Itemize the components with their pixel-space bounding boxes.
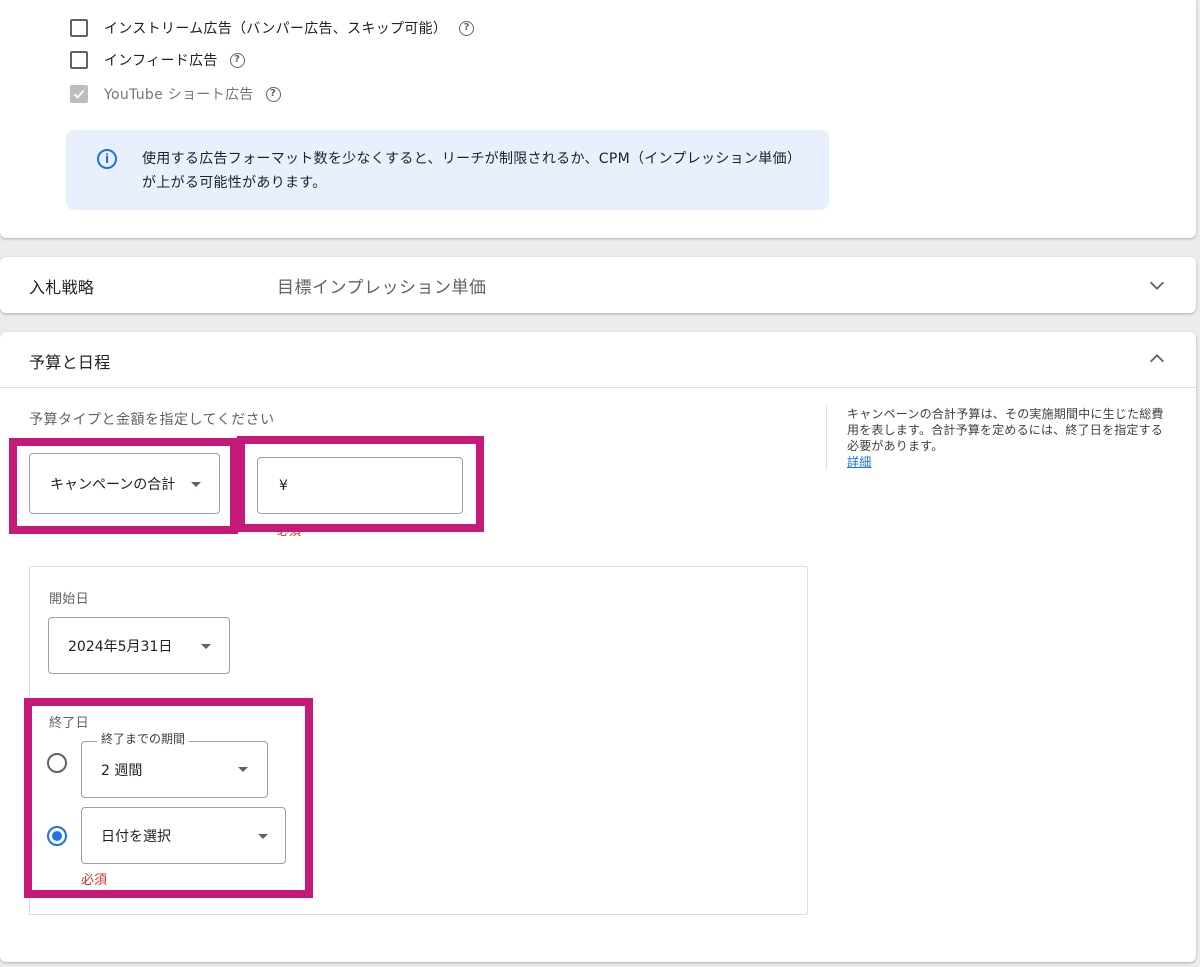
budget-type-value: キャンペーンの合計	[50, 476, 176, 493]
shorts-format-row: YouTube ショート広告 ?	[70, 84, 281, 104]
schedule-box: 開始日 2024年5月31日 終了日 2 週間 終了までの期間 日付を選択 必須	[29, 566, 808, 915]
duration-select[interactable]: 2 週間	[81, 741, 268, 798]
dropdown-arrow-icon	[201, 644, 211, 649]
start-date-value: 2024年5月31日	[68, 638, 173, 655]
dropdown-arrow-icon	[238, 767, 248, 772]
currency-prefix: ¥	[279, 477, 288, 494]
duration-field-label: 終了までの期間	[97, 730, 190, 747]
budget-prompt: 予算タイプと金額を指定してください	[29, 412, 275, 428]
amount-required-error: 必須	[277, 524, 302, 538]
duration-radio[interactable]	[47, 753, 67, 773]
section-divider	[0, 387, 1196, 388]
infeed-checkbox[interactable]	[70, 51, 88, 69]
instream-checkbox[interactable]	[70, 19, 88, 37]
chevron-up-icon[interactable]	[1146, 348, 1168, 370]
shorts-label: YouTube ショート広告	[104, 87, 254, 103]
chevron-down-icon[interactable]	[1146, 274, 1168, 296]
dropdown-arrow-icon	[258, 834, 268, 839]
end-date-value: 日付を選択	[101, 828, 171, 845]
help-icon[interactable]: ?	[229, 52, 245, 68]
budget-title: 予算と日程	[29, 353, 111, 372]
end-date-select[interactable]: 日付を選択	[81, 807, 286, 864]
bidding-summary: 目標インプレッション単価	[277, 278, 487, 298]
infeed-format-row[interactable]: インフィード広告 ?	[70, 50, 245, 70]
help-icon[interactable]: ?	[265, 86, 281, 102]
duration-value: 2 週間	[101, 762, 143, 779]
learn-more-link[interactable]: 詳細	[847, 455, 871, 469]
budget-type-select[interactable]: キャンペーンの合計	[29, 453, 220, 514]
budget-help-text: キャンペーンの合計予算は、その実施期間中に生じた総費用を表します。合計予算を定め…	[847, 407, 1164, 453]
budget-help-panel: キャンペーンの合計予算は、その実施期間中に生じた総費用を表します。合計予算を定め…	[826, 406, 1166, 470]
select-date-radio[interactable]	[47, 826, 67, 846]
format-info-banner: i 使用する広告フォーマット数を少なくすると、リーチが制限されるか、CPM（イン…	[66, 130, 829, 210]
help-icon[interactable]: ?	[459, 20, 475, 36]
start-date-select[interactable]: 2024年5月31日	[48, 617, 230, 674]
budget-schedule-section: 予算と日程 予算タイプと金額を指定してください キャンペーンの合計 ¥ 必須 キ…	[0, 332, 1196, 962]
ad-formats-card: インストリーム広告（バンパー広告、スキップ可能） ? インフィード広告 ? Yo…	[0, 0, 1196, 238]
bidding-strategy-section[interactable]: 入札戦略 目標インプレッション単価	[0, 257, 1196, 313]
end-date-label: 終了日	[49, 716, 89, 731]
bidding-title: 入札戦略	[29, 278, 95, 297]
end-date-required-error: 必須	[81, 873, 108, 888]
instream-format-row[interactable]: インストリーム広告（バンパー広告、スキップ可能） ?	[70, 18, 475, 38]
infeed-label: インフィード広告	[104, 53, 218, 69]
shorts-checkbox	[70, 85, 88, 103]
dropdown-arrow-icon	[191, 482, 201, 487]
start-date-label: 開始日	[49, 592, 89, 607]
format-info-text: 使用する広告フォーマット数を少なくすると、リーチが制限されるか、CPM（インプレ…	[142, 151, 802, 191]
budget-amount-input[interactable]: ¥	[257, 457, 463, 514]
info-icon: i	[97, 149, 117, 169]
instream-label: インストリーム広告（バンパー広告、スキップ可能）	[104, 21, 448, 37]
check-icon	[73, 89, 85, 99]
